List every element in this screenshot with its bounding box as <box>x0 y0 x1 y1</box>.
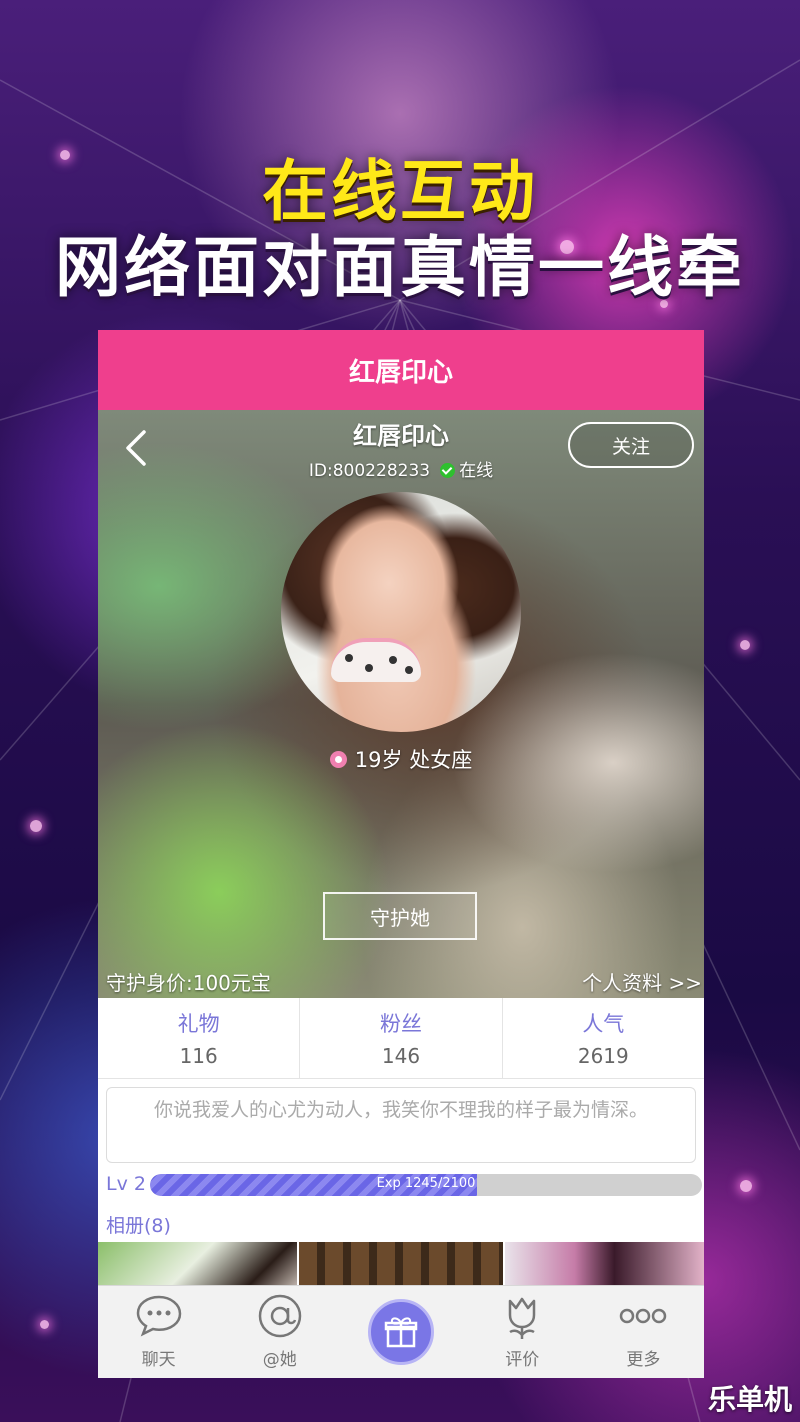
stat-fans[interactable]: 粉丝 146 <box>300 998 503 1078</box>
exp-progress-bar: Exp 1245/2100 <box>150 1174 702 1196</box>
stat-value: 2619 <box>577 1044 629 1068</box>
tab-label: 更多 <box>626 1350 661 1370</box>
follow-button[interactable]: 关注 <box>568 422 694 468</box>
level-label: Lv 2 <box>106 1173 146 1195</box>
watermark-logo: 乐单机 <box>707 1384 792 1415</box>
tab-chat[interactable]: 聊天 <box>98 1286 219 1378</box>
tab-mention[interactable]: @她 <box>219 1286 340 1378</box>
tab-label: @她 <box>262 1350 297 1370</box>
tab-label: 聊天 <box>141 1350 176 1370</box>
bottom-tab-bar: 聊天 @她 评价 更多 <box>98 1285 704 1378</box>
flower-icon <box>508 1297 536 1339</box>
stat-label: 粉丝 <box>379 1012 422 1036</box>
phone-screen: 红唇印心 红唇印心 ID:800228233 在线 关注 19岁 处女座 守护她 … <box>98 330 704 1378</box>
sparkle <box>740 1180 752 1192</box>
profile-header: 红唇印心 ID:800228233 在线 关注 19岁 处女座 守护她 守护身价:… <box>98 410 704 998</box>
stat-value: 146 <box>381 1044 421 1068</box>
profile-meta-text: 19岁 处女座 <box>354 748 473 772</box>
tab-gift[interactable] <box>340 1286 461 1378</box>
app-title-bar: 红唇印心 <box>98 330 704 410</box>
stat-value: 116 <box>179 1044 218 1068</box>
profile-id: ID:800228233 <box>308 461 431 481</box>
gift-icon <box>384 1317 418 1348</box>
profile-age-sign: 19岁 处女座 <box>98 744 704 774</box>
album-title[interactable]: 相册(8) <box>106 1211 704 1238</box>
female-gender-icon <box>329 751 347 768</box>
tab-label: 评价 <box>505 1350 540 1370</box>
stats-row: 礼物 116 粉丝 146 人气 2619 <box>98 998 704 1079</box>
exp-text: Exp 1245/2100 <box>376 1176 476 1191</box>
personal-info-link[interactable]: 个人资料 >> <box>582 967 702 996</box>
avatar[interactable] <box>281 492 521 732</box>
avatar-photo-detail <box>331 638 421 682</box>
stat-popularity[interactable]: 人气 2619 <box>503 998 704 1078</box>
promo-subheadline: 网络面对面真情一线牵 <box>55 230 745 304</box>
online-check-icon <box>440 463 456 478</box>
at-icon <box>258 1294 302 1338</box>
chat-bubble-icon <box>136 1295 181 1337</box>
online-status: 在线 <box>459 461 494 481</box>
signature-text: 你说我爱人的心尤为动人，我笑你不理我的样子最为情深。 <box>106 1087 696 1163</box>
sparkle <box>30 820 42 832</box>
guard-her-button[interactable]: 守护她 <box>323 892 477 940</box>
stat-label: 礼物 <box>177 1012 220 1036</box>
sparkle <box>740 640 750 650</box>
sparkle <box>40 1320 49 1329</box>
app-title: 红唇印心 <box>348 357 453 388</box>
tab-review[interactable]: 评价 <box>462 1286 583 1378</box>
stat-gifts[interactable]: 礼物 116 <box>98 998 301 1078</box>
tab-more[interactable]: 更多 <box>583 1286 704 1378</box>
gift-button[interactable] <box>368 1299 434 1365</box>
level-row: Lv 2 Exp 1245/2100 <box>98 1169 704 1203</box>
more-dots-icon <box>620 1308 667 1324</box>
guard-price: 守护身价:100元宝 <box>106 971 271 995</box>
stat-label: 人气 <box>582 1012 625 1036</box>
